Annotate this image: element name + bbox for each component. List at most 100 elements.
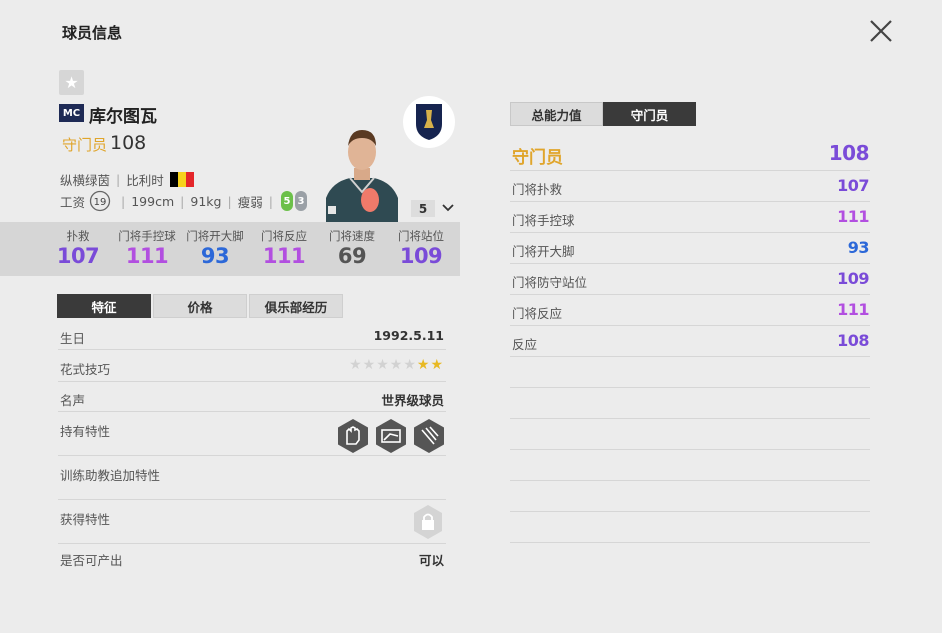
detail-value: 111 [837, 300, 869, 319]
player-position: 守门员 [62, 136, 108, 154]
star-empty-icon: ★ [389, 357, 404, 373]
stat-label: 门将站位 [398, 229, 444, 243]
attr-label: 训练助教追加特性 [60, 468, 161, 483]
detail-head-row: 守门员 108 [510, 140, 870, 171]
detail-label: 门将开大脚 [512, 244, 575, 259]
lock-icon [414, 505, 442, 539]
season-badge: MC [59, 104, 84, 122]
player-ovr: 108 [110, 132, 147, 154]
attr-row-trainer: 训练助教追加特性 [58, 458, 446, 500]
detail-label: 门将扑救 [512, 182, 563, 197]
tab-traits[interactable]: 特征 [57, 294, 151, 318]
detail-label: 反应 [512, 337, 538, 352]
wage-label: 工资 [60, 194, 86, 210]
weight: 91kg [190, 193, 222, 209]
detail-empty-row [510, 512, 870, 543]
detail-empty-row [510, 450, 870, 481]
player-photo [322, 120, 402, 222]
detail-row: 门将防守站位 109 [510, 264, 870, 295]
attr-value: 1992.5.11 [373, 328, 444, 343]
stat-block: 门将开大脚 93 [180, 228, 250, 268]
favorite-star-button[interactable]: ★ [59, 70, 84, 95]
stat-block: 扑救 107 [43, 228, 113, 268]
attr-row-fame: 名声 世界级球员 [58, 384, 446, 412]
star-empty-icon: ★ [349, 357, 363, 373]
attr-row-birthday: 生日 1992.5.11 [58, 324, 446, 350]
detail-head-label: 守门员 [512, 148, 563, 168]
detail-row: 门将手控球 111 [510, 202, 870, 233]
detail-value: 93 [847, 238, 870, 257]
detail-head-value: 108 [828, 141, 870, 165]
stat-label: 门将反应 [261, 229, 307, 243]
detail-tabs: 总能力值 守门员 [510, 102, 696, 126]
stat-value: 107 [56, 244, 100, 268]
detail-row: 门将开大脚 93 [510, 233, 870, 264]
detail-empty-row [510, 481, 870, 512]
info-line-1: 纵横绿茵 | 比利时 [60, 170, 194, 189]
attr-value: 世界级球员 [381, 393, 444, 408]
detail-empty-row [510, 388, 870, 419]
body-type: 瘦弱 [237, 194, 263, 210]
detail-empty-row [510, 357, 870, 388]
punch-trait-icon[interactable] [412, 418, 446, 454]
attr-row-producible: 是否可产出 可以 [58, 546, 446, 572]
height: 199cm [131, 193, 175, 209]
stat-value: 109 [399, 244, 443, 268]
dive-trait-icon[interactable] [374, 418, 408, 454]
svg-text:19: 19 [94, 197, 107, 208]
detail-row: 门将扑救 107 [510, 171, 870, 202]
club-logo [403, 96, 455, 148]
page-title: 球员信息 [62, 24, 123, 42]
attr-row-acquired: 获得特性 [58, 502, 446, 544]
attr-label: 生日 [60, 331, 86, 346]
stats-strip: 扑救 107 门将手控球 111 门将开大脚 93 门将反应 111 门将速度 … [0, 222, 460, 276]
nationality: 比利时 [126, 173, 164, 188]
attr-label: 名声 [60, 393, 86, 408]
detail-value: 109 [837, 269, 869, 288]
star-filled-icon: ★ [430, 357, 444, 373]
club-crest-icon [416, 104, 442, 140]
detail-empty-row [510, 419, 870, 450]
tab-goalkeeper[interactable]: 守门员 [603, 102, 696, 126]
attr-value: 可以 [418, 553, 444, 568]
weak-foot-badge: 5 [280, 191, 293, 211]
detail-label: 门将反应 [512, 306, 563, 321]
detail-label: 门将手控球 [512, 213, 575, 228]
attr-label: 花式技巧 [60, 362, 111, 377]
foot-label: 纵横绿茵 [60, 173, 111, 188]
wage-badge: 19 [89, 190, 111, 212]
info-line-2: 工资 19 | 199cm | 91kg | 瘦弱 | 5 3 [60, 190, 307, 212]
detail-label: 门将防守站位 [512, 275, 588, 290]
close-icon[interactable] [866, 16, 896, 46]
star-empty-icon: ★ [362, 357, 377, 373]
chevron-down-icon[interactable] [440, 200, 456, 216]
skill-stars: ★★★★★★★ [349, 357, 444, 373]
detail-value: 107 [837, 176, 869, 195]
belgium-flag-icon [169, 172, 194, 187]
tab-overall-stats[interactable]: 总能力值 [510, 102, 603, 126]
skill-moves-badge: 3 [294, 191, 307, 211]
star-empty-icon: ★ [403, 357, 417, 373]
player-name: 库尔图瓦 [89, 107, 157, 127]
detail-row: 门将反应 111 [510, 295, 870, 326]
stat-value: 69 [337, 244, 367, 268]
separator: | [180, 193, 185, 209]
attr-label: 获得特性 [60, 512, 111, 527]
star-empty-icon: ★ [376, 357, 390, 373]
attr-label: 是否可产出 [60, 553, 123, 568]
tab-price[interactable]: 价格 [153, 294, 247, 318]
separator: | [227, 193, 232, 209]
attr-row-skill: 花式技巧 ★★★★★★★ [58, 352, 446, 382]
tab-club-history[interactable]: 俱乐部经历 [249, 294, 343, 318]
star-filled-icon: ★ [416, 357, 431, 373]
detail-value: 111 [837, 207, 869, 226]
stat-block: 门将反应 111 [249, 228, 319, 268]
player-level[interactable]: 5 [411, 200, 435, 217]
stat-label: 门将开大脚 [186, 229, 244, 243]
info-tabs: 特征 价格 俱乐部经历 [57, 294, 345, 318]
stat-label: 门将手控球 [118, 229, 176, 243]
stat-value: 111 [125, 244, 169, 268]
stat-label: 扑救 [66, 229, 90, 243]
attr-row-traits: 持有特性 [58, 414, 446, 456]
glove-trait-icon[interactable] [336, 418, 370, 454]
